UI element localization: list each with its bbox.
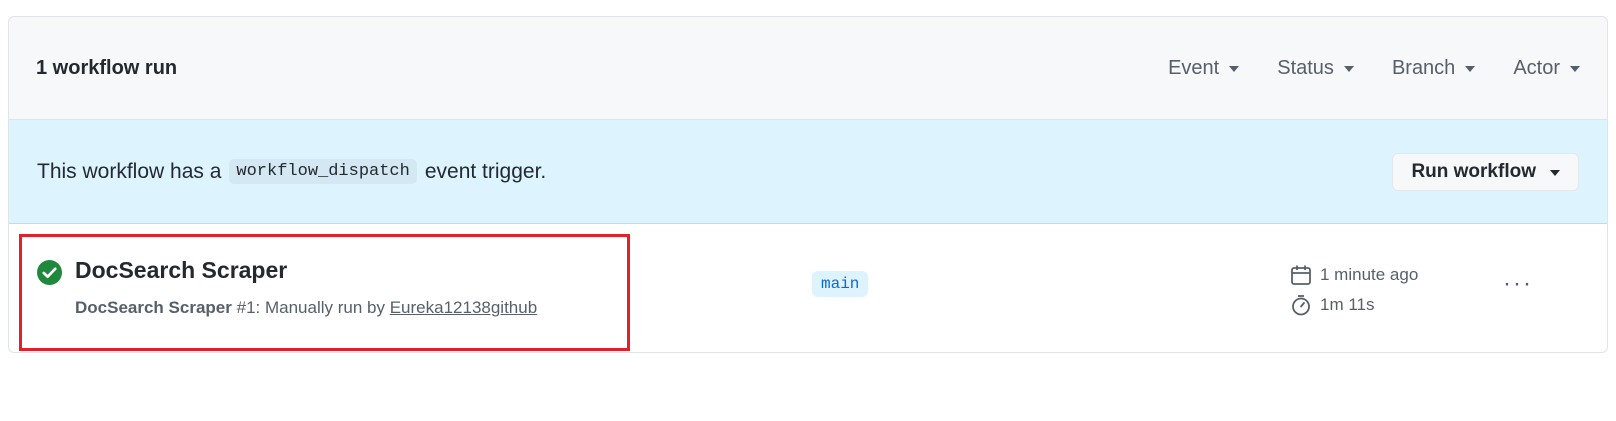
run-duration: 1m 11s bbox=[1290, 290, 1418, 320]
branch-label[interactable]: main bbox=[812, 271, 869, 297]
filter-event[interactable]: Event bbox=[1168, 56, 1240, 80]
run-title-link[interactable]: DocSearch Scraper bbox=[75, 257, 287, 284]
run-duration-value: 1m 11s bbox=[1320, 295, 1375, 314]
banner-text: This workflow has a workflow_dispatch ev… bbox=[37, 159, 1392, 184]
filter-branch[interactable]: Branch bbox=[1391, 56, 1476, 80]
filter-status-label: Status bbox=[1277, 56, 1334, 79]
filter-actor-label: Actor bbox=[1513, 56, 1560, 79]
filter-actor[interactable]: Actor bbox=[1513, 57, 1580, 80]
workflow-dispatch-banner: This workflow has a workflow_dispatch ev… bbox=[9, 120, 1607, 224]
caret-down-icon bbox=[1570, 66, 1580, 72]
run-actor-link[interactable]: Eureka12138github bbox=[390, 298, 537, 317]
run-number: #1 bbox=[236, 298, 256, 317]
run-workflow-label: Run workflow bbox=[1411, 160, 1536, 182]
banner-text-after: event trigger. bbox=[424, 159, 547, 183]
caret-down-icon bbox=[1229, 66, 1240, 72]
kebab-menu-icon[interactable]: ··· bbox=[1503, 272, 1533, 296]
banner-text-before: This workflow has a bbox=[37, 159, 222, 183]
workflow-run-count: 1 workflow run bbox=[36, 56, 178, 79]
filter-branch-label: Branch bbox=[1391, 56, 1456, 79]
highlight-box bbox=[19, 234, 630, 351]
banner-trigger-code: workflow_dispatch bbox=[229, 159, 417, 184]
workflow-run-row[interactable]: DocSearch Scraper DocSearch Scraper #1: … bbox=[9, 224, 1607, 352]
run-subtitle: DocSearch Scraper #1: Manually run by Eu… bbox=[75, 298, 537, 318]
run-description: : Manually run by bbox=[255, 298, 385, 317]
check-circle-icon bbox=[37, 260, 62, 285]
run-time-ago: 1 minute ago bbox=[1320, 265, 1419, 284]
calendar-icon bbox=[1291, 265, 1311, 285]
filter-event-label: Event bbox=[1168, 56, 1220, 79]
run-workflow-name: DocSearch Scraper bbox=[75, 298, 232, 317]
run-meta: 1 minute ago 1m 11s bbox=[1290, 260, 1418, 320]
runs-header: 1 workflow run Event Status Branch Actor bbox=[9, 17, 1607, 120]
workflow-runs-panel: 1 workflow run Event Status Branch Actor… bbox=[8, 16, 1608, 353]
stopwatch-icon bbox=[1292, 295, 1310, 316]
caret-down-icon bbox=[1343, 66, 1354, 72]
caret-down-icon bbox=[1550, 169, 1560, 176]
filter-bar: Event Status Branch Actor bbox=[1130, 57, 1580, 80]
caret-down-icon bbox=[1465, 66, 1476, 72]
run-workflow-button[interactable]: Run workflow bbox=[1392, 152, 1579, 191]
filter-status[interactable]: Status bbox=[1277, 57, 1354, 80]
run-time: 1 minute ago bbox=[1290, 260, 1418, 290]
